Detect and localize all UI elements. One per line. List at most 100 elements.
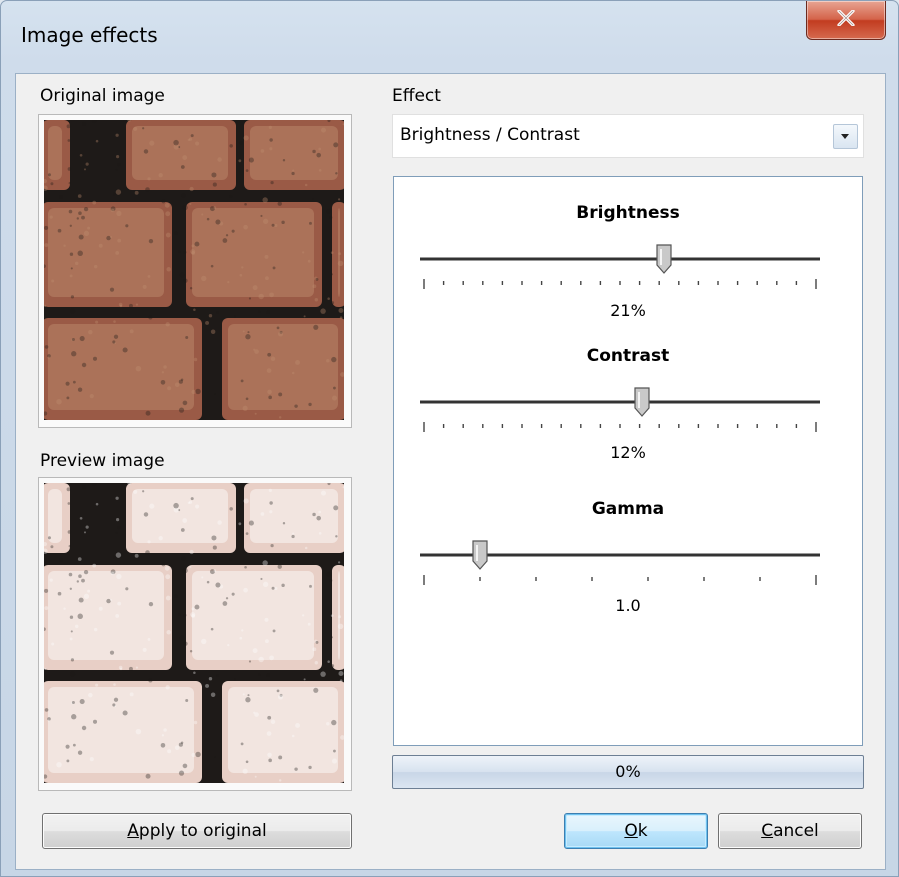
speckle [44, 225, 49, 230]
speckle [312, 149, 316, 154]
speckle [115, 614, 120, 618]
speckle [338, 252, 342, 256]
speckle [59, 558, 63, 562]
speckle [173, 139, 179, 146]
speckle [308, 402, 312, 407]
speckle [56, 761, 62, 768]
progress-bar: 0% [392, 755, 864, 789]
speckle [268, 488, 272, 493]
cancel-button[interactable]: Cancel [718, 813, 862, 849]
contrast-slider[interactable] [414, 380, 834, 440]
speckle [78, 211, 82, 215]
speckle [115, 552, 122, 558]
speckle [158, 172, 163, 178]
speckle [212, 182, 217, 187]
effect-dropdown[interactable]: Brightness / Contrast [392, 114, 864, 158]
speckle [279, 779, 282, 782]
slider-thumb [656, 244, 672, 274]
speckle [44, 304, 47, 308]
speckle [227, 644, 230, 647]
apply-button-label: pply to original [138, 821, 267, 841]
speckle [328, 215, 333, 220]
speckle [161, 734, 165, 737]
speckle [183, 613, 187, 617]
speckle [109, 650, 115, 655]
close-button[interactable] [806, 1, 886, 40]
preview-image [44, 483, 344, 783]
speckle [244, 202, 247, 206]
speckle [252, 285, 258, 291]
speckle [266, 731, 272, 736]
speckle [247, 331, 250, 334]
speckle [241, 266, 244, 269]
speckle [243, 135, 249, 141]
speckle [193, 308, 196, 312]
speckle [239, 636, 243, 640]
speckle [129, 329, 134, 334]
speckle [201, 275, 207, 282]
brick-highlight [48, 324, 194, 410]
speckle [115, 133, 119, 137]
title-bar[interactable]: Image effects [1, 1, 898, 73]
speckle [276, 689, 280, 693]
speckle [215, 582, 221, 588]
speckle [179, 272, 185, 278]
speckle [318, 510, 322, 514]
slider-thumb [472, 540, 488, 570]
speckle [166, 630, 171, 635]
speckle [238, 159, 242, 163]
speckle [68, 209, 73, 214]
speckle [95, 502, 99, 506]
speckle [148, 315, 153, 320]
speckle [65, 381, 70, 386]
speckle [328, 578, 333, 583]
speckle [227, 281, 230, 284]
speckle [109, 287, 115, 292]
gamma-slider[interactable] [414, 533, 834, 593]
speckle [145, 187, 150, 192]
speckle [294, 767, 298, 771]
speckle [337, 623, 344, 630]
speckle [134, 190, 139, 195]
speckle [304, 183, 308, 187]
speckle [69, 274, 73, 278]
speckle [205, 320, 210, 325]
speckle [187, 501, 191, 505]
speckle [77, 250, 83, 256]
speckle [161, 371, 165, 374]
speckle [142, 284, 147, 289]
speckle [291, 171, 295, 176]
speckle [194, 241, 200, 247]
speckle [85, 162, 89, 166]
speckle [279, 416, 282, 419]
speckle [193, 671, 196, 675]
speckle [110, 208, 115, 213]
speckle [191, 613, 196, 618]
speckle [270, 544, 274, 548]
speckle [337, 561, 341, 564]
speckle [272, 629, 276, 633]
speckle [245, 697, 251, 703]
speckle [148, 601, 154, 607]
speckle [268, 395, 272, 400]
speckle [70, 658, 75, 662]
speckle [195, 388, 201, 395]
speckle [98, 243, 103, 248]
dropdown-button[interactable] [833, 124, 858, 149]
apply-to-original-button[interactable]: Apply to original [42, 813, 352, 849]
speckle [240, 742, 244, 746]
ok-button[interactable]: Ok [564, 813, 708, 849]
speckle [333, 142, 339, 148]
speckle [239, 273, 243, 277]
speckle [312, 512, 316, 517]
speckle [81, 362, 87, 368]
speckle [295, 723, 300, 728]
speckle [161, 199, 166, 204]
speckle [128, 666, 133, 671]
speckle [115, 189, 122, 195]
speckle [201, 576, 204, 579]
speckle [312, 647, 317, 652]
speckle [278, 392, 283, 397]
speckle [112, 703, 116, 707]
brightness-slider[interactable] [414, 237, 834, 297]
